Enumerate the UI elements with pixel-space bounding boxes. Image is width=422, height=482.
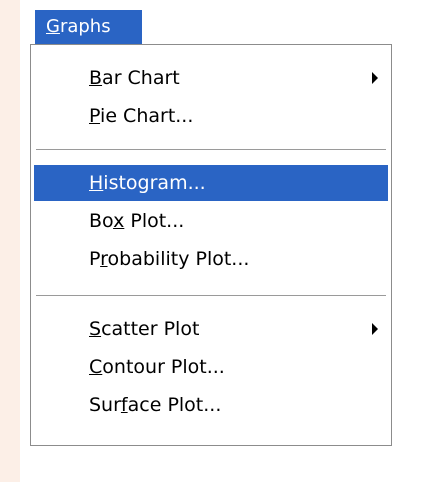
menu-item-text-post: Plot... xyxy=(124,210,185,232)
menu-item-text-pre: P xyxy=(89,248,101,270)
submenu-arrow-icon xyxy=(372,72,378,84)
submenu-arrow-icon xyxy=(372,323,378,335)
menu-item-pie-chart[interactable]: Pie Chart... xyxy=(34,98,388,134)
menu-item-scatter-plot[interactable]: Scatter Plot xyxy=(34,311,388,347)
menu-item-text-post: ontour Plot... xyxy=(102,356,225,378)
menu-item-box-plot[interactable]: Box Plot... xyxy=(34,203,388,239)
menu-item-accel: f xyxy=(120,394,128,416)
menu-item-accel: C xyxy=(89,356,103,378)
graphs-dropdown-menu: Bar Chart Pie Chart... Histogram... Box … xyxy=(30,44,392,446)
graphs-menu-button[interactable]: Graphs xyxy=(35,10,142,44)
menu-item-text-post: ar Chart xyxy=(102,67,180,89)
menu-separator xyxy=(36,295,386,297)
graphs-menu-accel: G xyxy=(46,16,60,37)
menu-item-text-post: ie Chart... xyxy=(100,105,194,127)
menu-item-accel: B xyxy=(89,67,103,89)
menu-item-text-pre: Bo xyxy=(89,210,114,232)
menu-item-histogram[interactable]: Histogram... xyxy=(34,165,388,201)
menu-item-text-post: istogram... xyxy=(103,172,206,194)
menu-item-bar-chart[interactable]: Bar Chart xyxy=(34,60,388,96)
menu-item-probability-plot[interactable]: Probability Plot... xyxy=(34,241,388,277)
graphs-menu-label: raphs xyxy=(59,16,111,37)
menu-item-accel: H xyxy=(89,172,104,194)
menu-item-text-post: obability Plot... xyxy=(107,248,250,270)
menu-item-text-pre: Sur xyxy=(89,394,121,416)
menu-separator xyxy=(36,149,386,151)
menu-item-text-post: ace Plot... xyxy=(127,394,222,416)
menu-item-contour-plot[interactable]: Contour Plot... xyxy=(34,349,388,385)
menu-item-text-post: catter Plot xyxy=(101,318,200,340)
menu-item-accel: x xyxy=(113,210,125,232)
menu-item-accel: S xyxy=(89,318,102,340)
app-left-edge xyxy=(0,0,20,482)
menu-item-accel: P xyxy=(89,105,101,127)
menu-item-accel: r xyxy=(100,248,108,270)
menu-item-surface-plot[interactable]: Surface Plot... xyxy=(34,387,388,423)
